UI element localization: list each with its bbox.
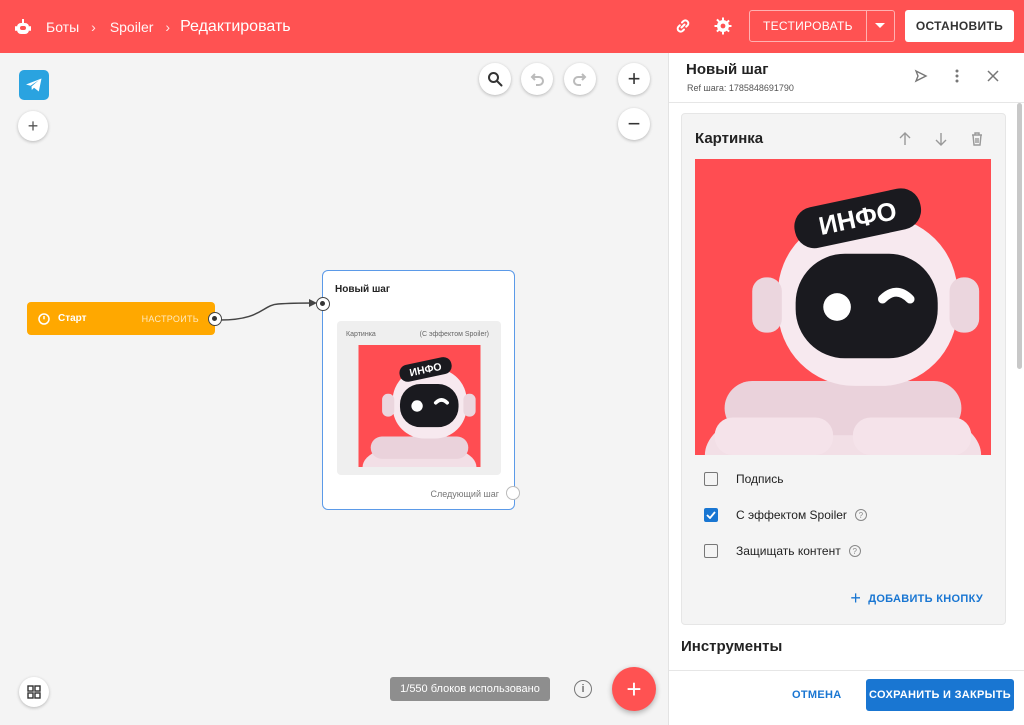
option-protect[interactable]: Защищать контент ? [704, 544, 861, 558]
step-ref: Ref шага: 1785848691790 [687, 83, 794, 93]
step-node-title: Новый шаг [335, 284, 391, 295]
stop-button[interactable]: ОСТАНОВИТЬ [904, 10, 1014, 42]
step-editor-panel: Новый шаг Ref шага: 1785848691790 Картин… [668, 53, 1024, 725]
panel-header: Новый шаг Ref шага: 1785848691790 [669, 53, 1024, 103]
start-node[interactable]: Старт НАСТРОИТЬ [27, 302, 215, 335]
step-node[interactable]: Новый шаг Картинка (С эффектом Spoiler) … [322, 270, 515, 510]
card-title: Картинка [695, 130, 764, 147]
add-button-label: ДОБАВИТЬ КНОПКУ [868, 592, 983, 605]
block-counter: 1/550 блоков использовано [390, 677, 550, 701]
robot-icon[interactable] [14, 17, 32, 37]
caption-checkbox[interactable] [704, 472, 718, 486]
test-button[interactable]: ТЕСТИРОВАТЬ [749, 10, 895, 42]
gear-icon[interactable] [709, 12, 737, 40]
flow-canvas[interactable]: + + − Старт НАСТРОИТЬ Новый шаг Картинка… [0, 53, 668, 725]
info-icon[interactable]: i [574, 680, 592, 698]
check-icon [706, 511, 716, 519]
panel-footer: ОТМЕНА СОХРАНИТЬ И ЗАКРЫТЬ [669, 670, 1024, 725]
plus-icon: + [850, 588, 862, 608]
protect-checkbox[interactable] [704, 544, 718, 558]
image-block-label: Картинка [346, 331, 376, 338]
panel-title: Новый шаг [686, 61, 769, 78]
image-block[interactable]: Картинка (С эффектом Spoiler) ИНФО [337, 321, 501, 475]
plus-icon: + [626, 673, 642, 704]
caption-label: Подпись [736, 472, 784, 486]
add-button-button[interactable]: + ДОБАВИТЬ КНОПКУ [850, 588, 983, 609]
breadcrumb-bots[interactable]: Боты [46, 19, 79, 35]
start-node-label: Старт [58, 313, 87, 324]
panel-content[interactable]: Картинка ИНФО Подпись С эффектом Spoiler… [669, 103, 1024, 667]
link-icon[interactable] [669, 12, 697, 40]
grid-icon [27, 685, 41, 699]
add-block-button[interactable]: + [612, 667, 656, 711]
trash-icon[interactable] [959, 128, 995, 150]
spoiler-checkbox[interactable] [704, 508, 718, 522]
robot-image-thumbnail: ИНФО [358, 345, 481, 467]
page-title: Редактировать [180, 17, 291, 35]
option-caption[interactable]: Подпись [704, 472, 784, 486]
help-icon[interactable]: ? [848, 545, 861, 557]
chevron-right-icon: › [91, 18, 96, 35]
arrow-up-icon[interactable] [887, 128, 923, 150]
next-step-port[interactable] [506, 486, 520, 500]
chevron-right-icon: › [165, 18, 171, 35]
option-spoiler[interactable]: С эффектом Spoiler ? [704, 508, 867, 522]
scrollbar[interactable] [1017, 103, 1022, 369]
robot-image[interactable]: ИНФО [695, 159, 991, 455]
send-icon[interactable] [903, 65, 939, 87]
arrow-down-icon[interactable] [923, 128, 959, 150]
image-block-note: (С эффектом Spoiler) [419, 331, 489, 338]
start-output-port[interactable] [208, 312, 222, 326]
minimap-button[interactable] [19, 677, 49, 707]
protect-label: Защищать контент [736, 544, 841, 558]
chevron-down-icon[interactable] [865, 11, 894, 41]
next-step-label: Следующий шаг [430, 489, 499, 499]
configure-link[interactable]: НАСТРОИТЬ [142, 314, 199, 324]
tools-section-title: Инструменты [681, 638, 783, 655]
test-button-label: ТЕСТИРОВАТЬ [763, 19, 853, 33]
help-icon[interactable]: ? [854, 509, 867, 521]
spoiler-label: С эффектом Spoiler [736, 508, 847, 522]
image-card: Картинка ИНФО Подпись С эффектом Spoiler… [681, 113, 1006, 625]
close-icon[interactable] [975, 65, 1011, 87]
step-input-port[interactable] [316, 297, 330, 311]
save-close-button[interactable]: СОХРАНИТЬ И ЗАКРЫТЬ [866, 679, 1014, 711]
clock-icon [38, 312, 50, 325]
top-bar: Боты › Spoiler › Редактировать ТЕСТИРОВА… [0, 0, 1024, 53]
more-vert-icon[interactable] [939, 65, 975, 87]
cancel-button[interactable]: ОТМЕНА [792, 689, 841, 701]
breadcrumb-spoiler[interactable]: Spoiler [110, 19, 154, 35]
